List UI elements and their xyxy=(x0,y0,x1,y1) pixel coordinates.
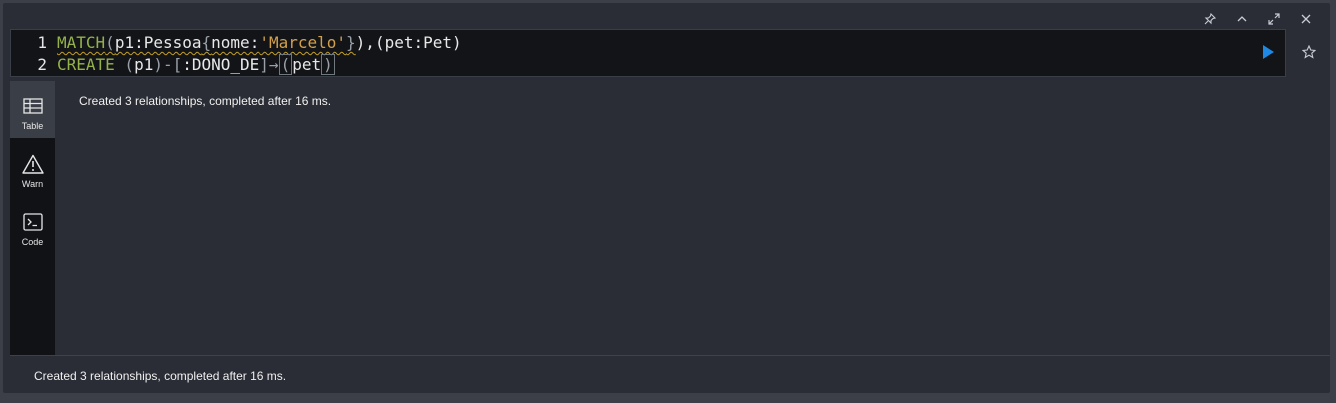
relationship-token: :DONO_DE xyxy=(182,55,260,74)
result-view-sidebar: Table Warn Code xyxy=(10,81,55,355)
table-icon xyxy=(22,98,43,114)
bracket-match: ) xyxy=(321,54,335,75)
punct-token: )-[ xyxy=(153,55,183,74)
punct-token: } xyxy=(346,33,356,52)
pin-icon xyxy=(1204,13,1216,25)
result-message: Created 3 relationships, completed after… xyxy=(79,94,332,108)
punct-token: ( xyxy=(114,55,135,74)
editor-line-1: 1 MATCH(p1:Pessoa{nome:'Marcelo'}),(pet:P… xyxy=(11,32,462,54)
terminal-icon xyxy=(22,213,43,231)
close-button[interactable] xyxy=(1290,9,1322,29)
fullscreen-button[interactable] xyxy=(1258,9,1290,29)
query-editor[interactable]: 1 MATCH(p1:Pessoa{nome:'Marcelo'}),(pet:P… xyxy=(10,29,1286,77)
node-token: ),(pet:Pet) xyxy=(355,33,462,52)
sidebar-item-label: Code xyxy=(21,237,44,247)
line-number: 1 xyxy=(37,33,47,52)
star-icon xyxy=(1302,45,1316,59)
bracket-match: ( xyxy=(278,54,293,75)
sidebar-item-table[interactable]: Table xyxy=(10,81,55,138)
property-token: nome: xyxy=(211,33,260,52)
pin-button[interactable] xyxy=(1194,9,1226,29)
punct-token: ]→ xyxy=(259,55,279,74)
frame-actions xyxy=(1194,9,1322,29)
close-icon xyxy=(1301,14,1311,24)
collapse-button[interactable] xyxy=(1226,9,1258,29)
sidebar-item-label: Warn xyxy=(21,179,44,189)
play-icon xyxy=(1263,45,1274,59)
status-message: Created 3 relationships, completed after… xyxy=(34,369,287,383)
variable-token: p1 xyxy=(134,55,154,74)
sidebar-item-label: Table xyxy=(21,121,44,131)
variable-token: pet xyxy=(292,55,322,74)
punct-token: ( xyxy=(105,33,115,52)
result-panel: Created 3 relationships, completed after… xyxy=(55,81,1329,355)
keyword-token: MATCH xyxy=(57,33,106,52)
keyword-token: CREATE xyxy=(57,55,115,74)
query-result-frame: 1 MATCH(p1:Pessoa{nome:'Marcelo'}),(pet:P… xyxy=(3,3,1330,393)
sidebar-item-warn[interactable]: Warn xyxy=(10,139,55,196)
fullscreen-icon xyxy=(1268,13,1280,25)
run-query-button[interactable] xyxy=(1259,43,1277,61)
divider xyxy=(10,355,1330,356)
punct-token: { xyxy=(201,33,212,52)
warning-icon xyxy=(21,154,44,174)
line-number: 2 xyxy=(37,55,47,74)
string-token: 'Marcelo' xyxy=(259,33,347,52)
favorite-button[interactable] xyxy=(1300,43,1318,61)
sidebar-item-code[interactable]: Code xyxy=(10,197,55,254)
node-token: p1:Pessoa xyxy=(114,33,202,52)
collapse-icon xyxy=(1237,16,1247,22)
editor-line-2: 2 CREATE (p1)-[:DONO_DE]→(pet) xyxy=(11,54,335,76)
